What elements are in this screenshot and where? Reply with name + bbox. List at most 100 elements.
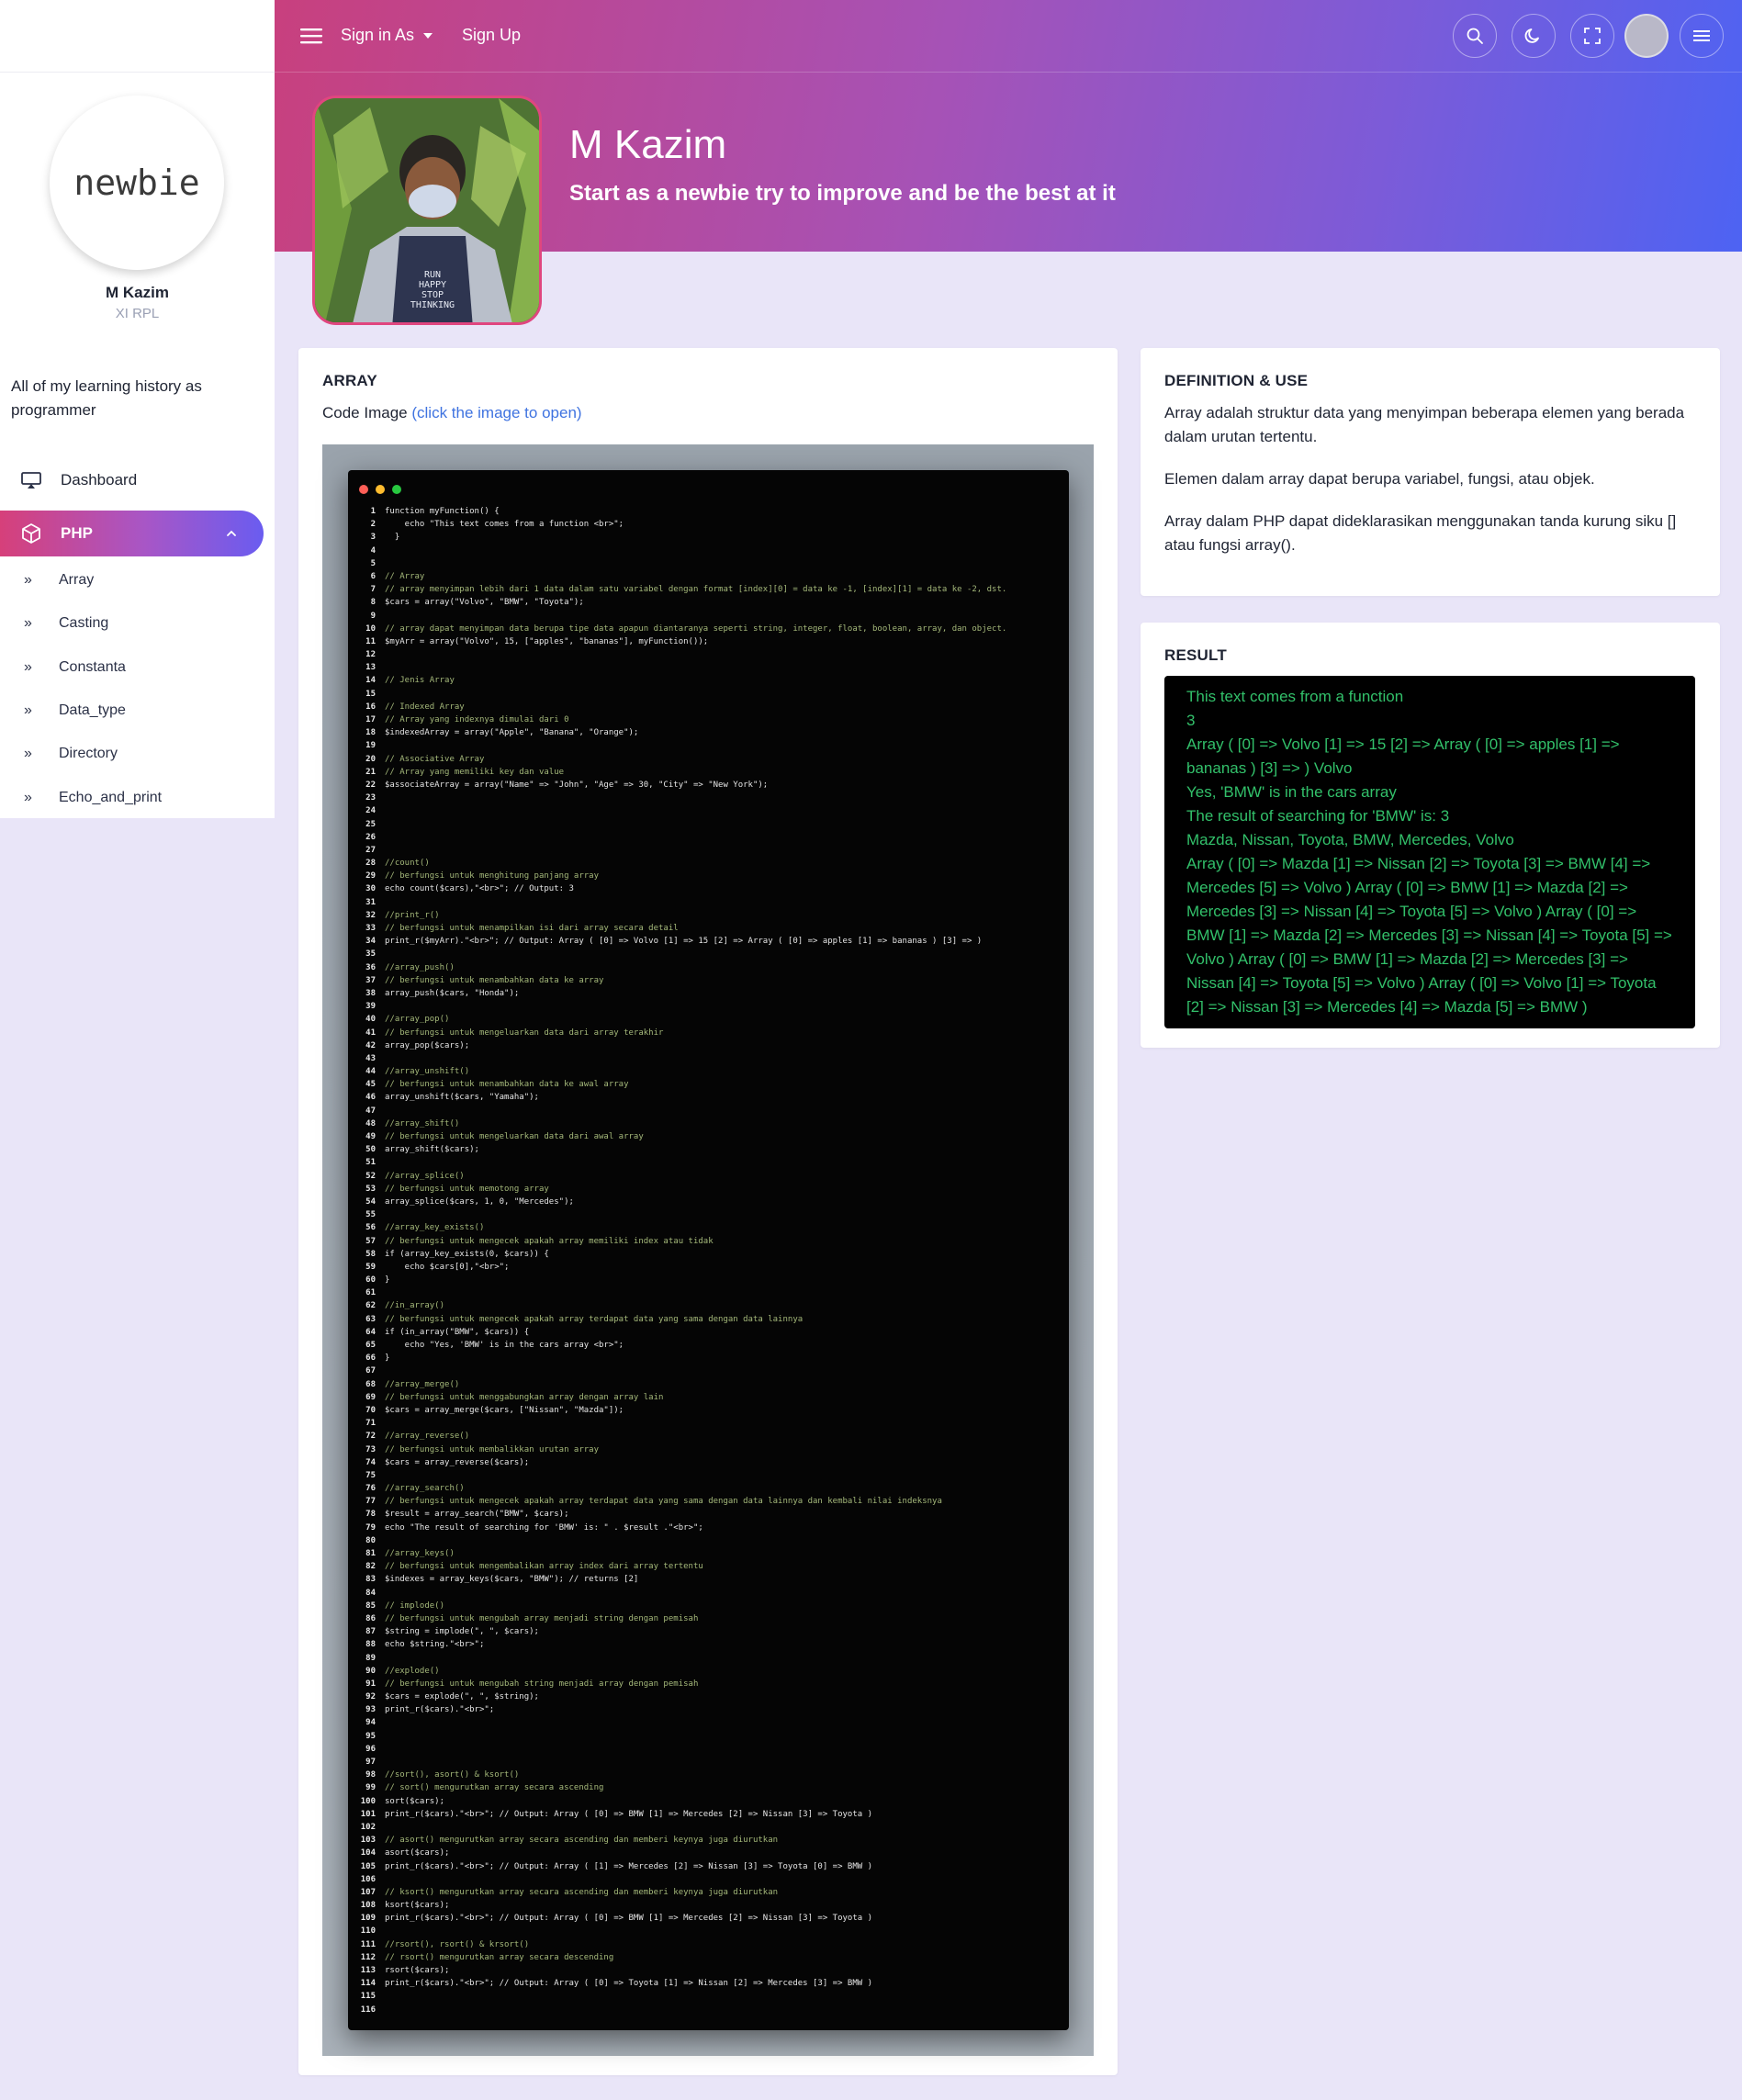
sign-in-as-dropdown[interactable]: Sign in As — [341, 26, 433, 45]
sidebar-subitem-echo-and-print[interactable]: » Echo_and_print — [0, 781, 264, 814]
code-line: 36 //array_push() — [357, 961, 1060, 974]
line-number: 64 — [365, 1327, 376, 1337]
line-number: 44 — [365, 1067, 376, 1077]
code-line: 109 print_r($cars)."<br>"; // Output: Arr… — [357, 1912, 1060, 1925]
menu-icon — [1693, 30, 1710, 41]
line-code: print_r($myArr)."<br>"; // Output: Array… — [385, 937, 983, 947]
chevron-up-icon[interactable] — [225, 529, 238, 538]
line-code: // berfungsi untuk mengecek apakah array… — [385, 1236, 714, 1246]
line-number: 110 — [360, 1926, 376, 1937]
line-code: // berfungsi untuk mengecek apakah array… — [385, 1314, 804, 1324]
code-line: 2 echo "This text comes from a function … — [357, 518, 1060, 531]
line-number: 98 — [365, 1770, 376, 1780]
sidebar-subitem-array[interactable]: » Array — [0, 564, 264, 597]
code-line: 102 — [357, 1821, 1060, 1834]
line-code: print_r($cars)."<br>"; — [385, 1705, 495, 1715]
line-code: // sort() mengurutkan array secara ascen… — [385, 1783, 604, 1793]
line-number: 18 — [365, 728, 376, 738]
sidebar-subitem-constanta[interactable]: » Constanta — [0, 651, 264, 684]
result-output: This text comes from a function 3 Array … — [1164, 676, 1695, 1028]
line-code: // Indexed Array — [385, 702, 465, 712]
line-number: 93 — [365, 1705, 376, 1715]
code-line: 45 // berfungsi untuk menambahkan data ke… — [357, 1078, 1060, 1091]
sign-up-link[interactable]: Sign Up — [462, 26, 521, 45]
line-code: } — [385, 533, 400, 543]
code-line: 7 // array menyimpan lebih dari 1 data da… — [357, 583, 1060, 596]
card-title: RESULT — [1164, 646, 1227, 664]
code-line: 43 — [357, 1052, 1060, 1065]
sidebar-subitem-label: Casting — [59, 615, 109, 631]
line-code: $cars = array_merge($cars, ["Nissan", "M… — [385, 1405, 624, 1415]
sidebar-item-php[interactable]: PHP — [0, 511, 264, 556]
logo-text: newbie — [73, 163, 200, 203]
code-line: 16 // Indexed Array — [357, 701, 1060, 713]
line-code: rsort($cars); — [385, 1966, 450, 1975]
topbar: Sign in As Sign Up — [275, 0, 1742, 73]
code-image[interactable]: 1 function myFunction() {2 echo "This tex… — [322, 444, 1094, 2056]
profile-photo: RUN HAPPY STOP THINKING — [312, 95, 542, 325]
code-line: 74 $cars = array_reverse($cars); — [357, 1456, 1060, 1469]
line-code: //array_splice() — [385, 1171, 465, 1181]
line-code: //array_unshift() — [385, 1067, 470, 1077]
line-number: 58 — [365, 1249, 376, 1259]
code-line: 18 $indexedArray = array("Apple", "Banana… — [357, 726, 1060, 739]
code-line: 107 // ksort() mengurutkan array secara a… — [357, 1886, 1060, 1899]
line-number: 21 — [365, 767, 376, 777]
line-number: 91 — [365, 1679, 376, 1689]
more-menu-button[interactable] — [1680, 14, 1724, 58]
sidebar-subitem-data-type[interactable]: » Data_type — [0, 694, 264, 727]
line-code: // berfungsi untuk menghitung panjang ar… — [385, 871, 599, 882]
code-line: 81 //array_keys() — [357, 1547, 1060, 1560]
line-number: 27 — [365, 845, 376, 855]
line-number: 40 — [365, 1015, 376, 1025]
code-line: 65 echo "Yes, 'BMW' is in the cars array… — [357, 1339, 1060, 1352]
line-code: //rsort(), rsort() & krsort() — [385, 1939, 530, 1949]
line-number: 45 — [365, 1080, 376, 1090]
line-number: 70 — [365, 1405, 376, 1415]
sidebar-subitem-casting[interactable]: » Casting — [0, 607, 264, 640]
line-number: 71 — [365, 1419, 376, 1429]
code-line: 4 — [357, 545, 1060, 557]
line-code: //in_array() — [385, 1301, 445, 1311]
line-number: 3 — [370, 533, 376, 543]
code-line: 72 //array_reverse() — [357, 1430, 1060, 1443]
code-listing: 1 function myFunction() {2 echo "This tex… — [357, 505, 1060, 2016]
hamburger-icon[interactable] — [300, 28, 322, 44]
line-number: 73 — [365, 1444, 376, 1454]
line-number: 83 — [365, 1575, 376, 1585]
code-window: 1 function myFunction() {2 echo "This tex… — [348, 470, 1069, 2030]
hero-subtitle: Start as a newbie try to improve and be … — [569, 181, 1116, 206]
line-code: array_splice($cars, 1, 0, "Mercedes"); — [385, 1196, 574, 1207]
line-number: 11 — [365, 636, 376, 646]
code-line: 98 //sort(), asort() & ksort() — [357, 1769, 1060, 1781]
line-number: 7 — [370, 585, 376, 595]
line-code: //array_merge() — [385, 1379, 460, 1389]
line-number: 51 — [365, 1158, 376, 1168]
hero-title: M Kazim — [569, 122, 727, 167]
definition-card: DEFINITION & USE Array adalah struktur d… — [1141, 348, 1720, 596]
line-number: 61 — [365, 1288, 376, 1298]
line-number: 84 — [365, 1588, 376, 1598]
code-line: 69 // berfungsi untuk menggabungkan array… — [357, 1391, 1060, 1404]
line-number: 60 — [365, 1275, 376, 1286]
user-avatar[interactable] — [1624, 14, 1669, 58]
fullscreen-button[interactable] — [1570, 14, 1614, 58]
open-image-link[interactable]: (click the image to open) — [411, 404, 581, 421]
line-code: // Array yang indexnya dimulai dari 0 — [385, 715, 569, 724]
theme-toggle-button[interactable] — [1512, 14, 1556, 58]
search-button[interactable] — [1453, 14, 1497, 58]
code-line: 84 — [357, 1587, 1060, 1600]
code-line: 106 — [357, 1873, 1060, 1886]
sidebar-item-dashboard[interactable]: Dashboard — [0, 457, 264, 503]
sidebar-subitem-label: Directory — [59, 746, 118, 761]
sidebar-subitem-directory[interactable]: » Directory — [0, 737, 264, 770]
code-line: 33 // berfungsi untuk menampilkan isi dar… — [357, 922, 1060, 935]
line-code: $string = implode(", ", $cars); — [385, 1627, 539, 1637]
code-line: 15 — [357, 688, 1060, 701]
line-number: 17 — [365, 715, 376, 724]
line-number: 90 — [365, 1666, 376, 1676]
sidebar-subitem-label: Echo_and_print — [59, 790, 163, 805]
line-number: 80 — [365, 1535, 376, 1545]
code-line: 38 array_push($cars, "Honda"); — [357, 987, 1060, 1000]
moon-icon — [1524, 28, 1539, 43]
